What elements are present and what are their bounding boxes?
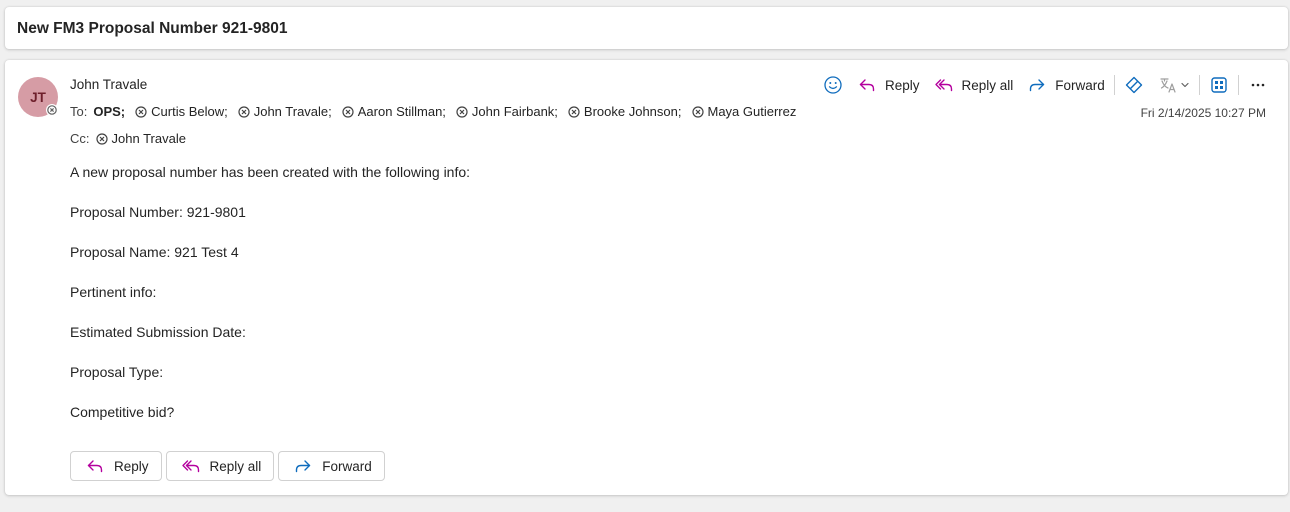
sender-name[interactable]: John Travale (70, 77, 147, 92)
recipient-name: John Fairbank; (471, 104, 558, 119)
bottom-reply-all-label: Reply all (209, 458, 262, 474)
more-options-icon (1248, 75, 1268, 95)
smiley-icon (823, 75, 843, 95)
body-line: Competitive bid? (70, 404, 175, 420)
recipient-name: Curtis Below; (151, 104, 228, 119)
chevron-down-icon (1180, 80, 1190, 90)
body-line: Proposal Number: 921-9801 (70, 204, 246, 220)
forward-icon (293, 456, 322, 476)
emoji-reaction-button[interactable] (823, 73, 843, 97)
recipient-name: John Travale; (253, 104, 332, 119)
blocked-status-icon (691, 105, 704, 118)
toolbar-divider (1198, 75, 1200, 95)
forward-icon (1027, 75, 1047, 95)
blocked-status-icon (342, 105, 354, 118)
cc-recipients-line: Cc: John Travale (70, 131, 196, 146)
blocked-status-icon (135, 105, 147, 118)
translate-icon (1158, 75, 1178, 95)
toolbar-divider (1113, 75, 1115, 95)
quick-actions: Reply Reply all Forward (70, 451, 389, 481)
blocked-status-icon (238, 105, 250, 118)
tag-icon (1124, 75, 1144, 95)
message-toolbar: Reply Reply all Forward (823, 73, 1268, 97)
body-line: Proposal Name: 921 Test 4 (70, 244, 239, 260)
subject-card: New FM3 Proposal Number 921-9801 (5, 7, 1288, 49)
blocked-status-icon (456, 105, 468, 118)
recipient-name: Maya Gutierrez (707, 104, 797, 119)
bottom-reply-all-button[interactable]: Reply all (165, 451, 275, 481)
bottom-forward-label: Forward (322, 458, 372, 474)
toolbar-divider (1237, 75, 1239, 95)
reply-button[interactable]: Reply (857, 73, 920, 97)
avatar-initials: JT (30, 89, 46, 105)
body-line: A new proposal number has been created w… (70, 164, 471, 180)
message-timestamp: Fri 2/14/2025 10:27 PM (1140, 106, 1266, 120)
to-label: To: (70, 104, 88, 119)
recipient[interactable]: Brooke Johnson; (568, 104, 682, 119)
bottom-reply-label: Reply (114, 458, 149, 474)
email-subject: New FM3 Proposal Number 921-9801 (17, 20, 288, 37)
blocked-status-icon (95, 132, 108, 145)
sensitivity-button[interactable] (1124, 73, 1144, 97)
message-card: JT John Travale To: OPS; Curtis Below; J… (5, 60, 1288, 495)
reply-icon (85, 456, 114, 476)
grid-view-icon (1209, 75, 1229, 95)
to-recipients-line: To: OPS; Curtis Below; John Travale; Aar… (70, 104, 806, 119)
cc-label: Cc: (70, 131, 90, 146)
reply-all-icon (181, 456, 210, 476)
reply-all-label: Reply all (961, 77, 1014, 93)
bottom-forward-button[interactable]: Forward (278, 451, 385, 481)
message-body: A new proposal number has been created w… (70, 164, 470, 444)
translate-button[interactable] (1158, 73, 1190, 97)
reply-all-button[interactable]: Reply all (934, 73, 1014, 97)
reply-label: Reply (885, 77, 920, 93)
body-line: Estimated Submission Date: (70, 324, 246, 340)
recipient-name: Brooke Johnson; (583, 104, 682, 119)
body-line: Proposal Type: (70, 364, 164, 380)
reply-icon (857, 75, 877, 95)
recipient[interactable]: John Travale (95, 131, 186, 146)
recipient[interactable]: John Fairbank; (456, 104, 558, 119)
recipient-group[interactable]: OPS; (93, 104, 125, 119)
recipient[interactable]: Maya Gutierrez (691, 104, 797, 119)
presence-status-icon (46, 104, 58, 116)
recipient[interactable]: John Travale; (238, 104, 332, 119)
forward-button[interactable]: Forward (1027, 73, 1105, 97)
reply-all-icon (934, 75, 954, 95)
blocked-status-icon (568, 105, 580, 118)
recipient[interactable]: Curtis Below; (135, 104, 228, 119)
bottom-reply-button[interactable]: Reply (70, 451, 162, 481)
immersive-reader-button[interactable] (1209, 73, 1229, 97)
more-options-button[interactable] (1248, 73, 1268, 97)
forward-label: Forward (1055, 77, 1105, 93)
recipient-name: John Travale (111, 131, 186, 146)
body-line: Pertinent info: (70, 284, 157, 300)
recipient-name: Aaron Stillman; (357, 104, 446, 119)
recipient[interactable]: Aaron Stillman; (342, 104, 446, 119)
